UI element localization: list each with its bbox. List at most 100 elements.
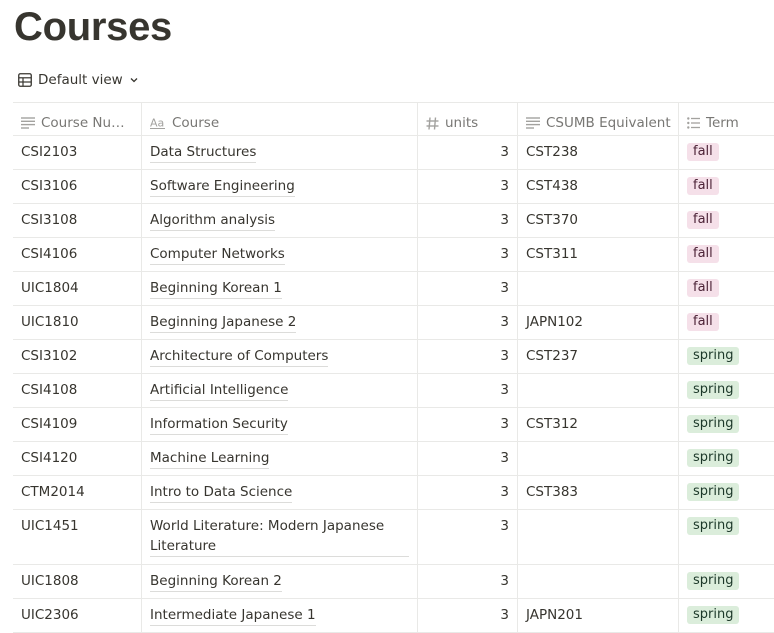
course-title-link[interactable]: Software Engineering <box>150 176 295 197</box>
course-number-cell[interactable]: UIC1451 <box>13 510 142 564</box>
column-header-term[interactable]: Term <box>679 103 774 135</box>
term-cell[interactable]: spring <box>679 442 774 475</box>
course-number-cell[interactable]: UIC1808 <box>13 565 142 598</box>
course-cell[interactable]: Architecture of Computers <box>142 340 418 373</box>
units-cell[interactable]: 3 <box>418 408 518 441</box>
units-cell[interactable]: 3 <box>418 374 518 407</box>
table-row[interactable]: CSI3102 Architecture of Computers 3 CST237 s… <box>13 340 774 374</box>
term-cell[interactable]: spring <box>679 510 774 564</box>
column-header-units[interactable]: units <box>418 103 518 135</box>
course-cell[interactable]: Intermediate Japanese 1 <box>142 599 418 632</box>
csumb-equivalent-cell[interactable]: CST311 <box>518 238 679 271</box>
course-title-link[interactable]: Beginning Korean 1 <box>150 278 282 299</box>
csumb-equivalent-cell[interactable]: CST238 <box>518 136 679 169</box>
course-cell[interactable]: Computer Networks <box>142 238 418 271</box>
term-cell[interactable]: fall <box>679 170 774 203</box>
column-header-course[interactable]: Aa Course <box>142 103 418 135</box>
table-row[interactable]: CSI2103 Data Structures 3 CST238 fall <box>13 136 774 170</box>
course-number-cell[interactable]: CSI4109 <box>13 408 142 441</box>
course-number-cell[interactable]: UIC1810 <box>13 306 142 339</box>
csumb-equivalent-cell[interactable]: CST237 <box>518 340 679 373</box>
course-cell[interactable]: Data Structures <box>142 136 418 169</box>
course-number-cell[interactable]: CSI4108 <box>13 374 142 407</box>
table-row[interactable]: CSI4108 Artificial Intelligence 3 spring <box>13 374 774 408</box>
table-row[interactable]: CSI4120 Machine Learning 3 spring <box>13 442 774 476</box>
course-cell[interactable]: Information Security <box>142 408 418 441</box>
table-row[interactable]: UIC1810 Beginning Japanese 2 3 JAPN102 fall <box>13 306 774 340</box>
course-title-link[interactable]: Architecture of Computers <box>150 346 329 367</box>
csumb-equivalent-cell[interactable] <box>518 442 679 475</box>
course-number-cell[interactable]: UIC2306 <box>13 599 142 632</box>
units-cell[interactable]: 3 <box>418 442 518 475</box>
units-cell[interactable]: 3 <box>418 476 518 509</box>
course-number-cell[interactable]: CSI3106 <box>13 170 142 203</box>
units-cell[interactable]: 3 <box>418 238 518 271</box>
course-cell[interactable]: Beginning Japanese 2 <box>142 306 418 339</box>
course-title-link[interactable]: Information Security <box>150 414 288 435</box>
course-title-link[interactable]: Intro to Data Science <box>150 482 293 503</box>
units-cell[interactable]: 3 <box>418 204 518 237</box>
course-cell[interactable]: World Literature: Modern Japanese Litera… <box>142 510 418 564</box>
course-number-cell[interactable]: CSI2103 <box>13 136 142 169</box>
table-row[interactable]: CSI4109 Information Security 3 CST312 spring <box>13 408 774 442</box>
table-row[interactable]: CSI3108 Algorithm analysis 3 CST370 fall <box>13 204 774 238</box>
course-number-cell[interactable]: CSI4106 <box>13 238 142 271</box>
course-number-cell[interactable]: CSI3108 <box>13 204 142 237</box>
csumb-equivalent-cell[interactable]: CST312 <box>518 408 679 441</box>
course-cell[interactable]: Intro to Data Science <box>142 476 418 509</box>
course-title-link[interactable]: Beginning Japanese 2 <box>150 312 297 333</box>
course-title-link[interactable]: Computer Networks <box>150 244 285 265</box>
course-number-cell[interactable]: CSI3102 <box>13 340 142 373</box>
course-title-link[interactable]: Beginning Korean 2 <box>150 571 282 592</box>
term-cell[interactable]: spring <box>679 408 774 441</box>
course-cell[interactable]: Machine Learning <box>142 442 418 475</box>
column-header-csumb-equivalent[interactable]: CSUMB Equivalent <box>518 103 679 135</box>
csumb-equivalent-cell[interactable] <box>518 565 679 598</box>
term-cell[interactable]: fall <box>679 306 774 339</box>
term-cell[interactable]: spring <box>679 599 774 632</box>
course-title-link[interactable]: World Literature: Modern Japanese Litera… <box>150 516 409 557</box>
csumb-equivalent-cell[interactable] <box>518 510 679 564</box>
table-row[interactable]: UIC1804 Beginning Korean 1 3 fall <box>13 272 774 306</box>
course-title-link[interactable]: Intermediate Japanese 1 <box>150 605 316 626</box>
csumb-equivalent-cell[interactable]: JAPN102 <box>518 306 679 339</box>
term-cell[interactable]: fall <box>679 272 774 305</box>
course-number-cell[interactable]: CSI4120 <box>13 442 142 475</box>
course-title-link[interactable]: Artificial Intelligence <box>150 380 289 401</box>
column-header-course-number[interactable]: Course Num... <box>13 103 142 135</box>
table-row[interactable]: UIC1451 World Literature: Modern Japanese… <box>13 510 774 565</box>
course-title-link[interactable]: Algorithm analysis <box>150 210 276 231</box>
term-cell[interactable]: fall <box>679 136 774 169</box>
table-row[interactable]: CSI4106 Computer Networks 3 CST311 fall <box>13 238 774 272</box>
course-title-link[interactable]: Data Structures <box>150 142 257 163</box>
term-cell[interactable]: fall <box>679 238 774 271</box>
term-cell[interactable]: spring <box>679 476 774 509</box>
course-number-cell[interactable]: CTM2014 <box>13 476 142 509</box>
csumb-equivalent-cell[interactable]: JAPN201 <box>518 599 679 632</box>
term-cell[interactable]: fall <box>679 204 774 237</box>
csumb-equivalent-cell[interactable]: CST383 <box>518 476 679 509</box>
units-cell[interactable]: 3 <box>418 510 518 564</box>
term-cell[interactable]: spring <box>679 340 774 373</box>
course-cell[interactable]: Algorithm analysis <box>142 204 418 237</box>
course-number-cell[interactable]: UIC1804 <box>13 272 142 305</box>
term-cell[interactable]: spring <box>679 565 774 598</box>
csumb-equivalent-cell[interactable] <box>518 272 679 305</box>
table-row[interactable]: CSI3106 Software Engineering 3 CST438 fall <box>13 170 774 204</box>
units-cell[interactable]: 3 <box>418 306 518 339</box>
table-row[interactable]: UIC2306 Intermediate Japanese 1 3 JAPN201 sp… <box>13 599 774 633</box>
units-cell[interactable]: 3 <box>418 340 518 373</box>
view-switcher[interactable]: Default view <box>18 70 139 90</box>
course-cell[interactable]: Software Engineering <box>142 170 418 203</box>
table-row[interactable]: CTM2014 Intro to Data Science 3 CST383 sprin… <box>13 476 774 510</box>
units-cell[interactable]: 3 <box>418 565 518 598</box>
course-cell[interactable]: Beginning Korean 1 <box>142 272 418 305</box>
course-cell[interactable]: Artificial Intelligence <box>142 374 418 407</box>
units-cell[interactable]: 3 <box>418 272 518 305</box>
table-row[interactable]: UIC1808 Beginning Korean 2 3 spring <box>13 565 774 599</box>
term-cell[interactable]: spring <box>679 374 774 407</box>
csumb-equivalent-cell[interactable]: CST438 <box>518 170 679 203</box>
units-cell[interactable]: 3 <box>418 170 518 203</box>
units-cell[interactable]: 3 <box>418 599 518 632</box>
units-cell[interactable]: 3 <box>418 136 518 169</box>
